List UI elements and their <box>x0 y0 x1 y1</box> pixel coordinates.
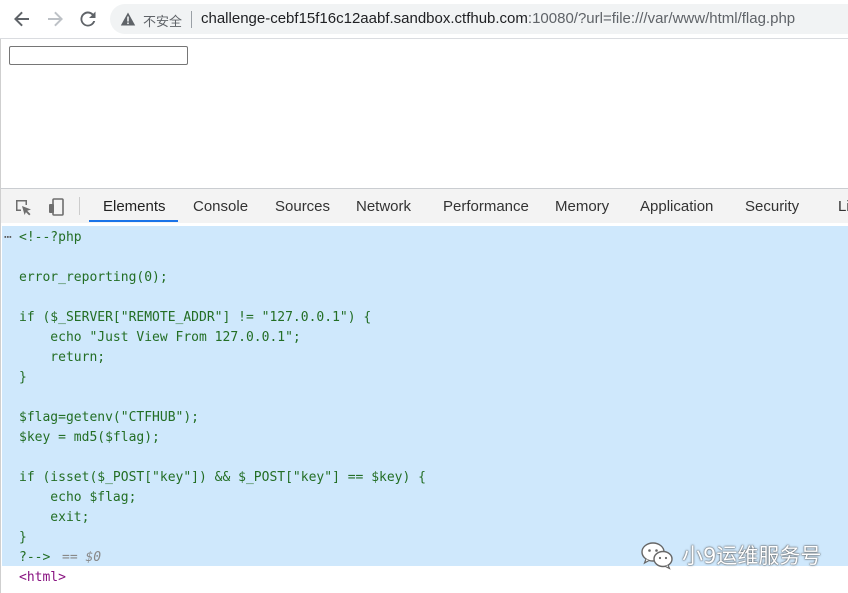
tab-security[interactable]: Security <box>745 189 799 222</box>
url-path: :10080/?url=file:///var/www/html/flag.ph… <box>527 10 796 27</box>
devtools-divider <box>79 197 80 215</box>
url-text[interactable]: challenge-cebf15f16c12aabf.sandbox.ctfhu… <box>201 10 795 27</box>
omnibox-divider <box>191 11 192 28</box>
address-bar[interactable]: 不安全 challenge-cebf15f16c12aabf.sandbox.c… <box>110 4 848 34</box>
tab-application[interactable]: Application <box>640 189 713 222</box>
tab-network[interactable]: Network <box>356 189 411 222</box>
device-toolbar-icon[interactable] <box>46 197 66 217</box>
url-host: challenge-cebf15f16c12aabf.sandbox.ctfhu… <box>201 10 528 27</box>
tab-memory[interactable]: Memory <box>555 189 609 222</box>
devtools-tab-bar: Elements Console Sources Network Perform… <box>0 188 848 224</box>
tab-elements[interactable]: Elements <box>103 189 166 222</box>
forward-button[interactable] <box>44 8 66 30</box>
warning-triangle-icon[interactable] <box>120 11 136 27</box>
security-label[interactable]: 不安全 <box>143 11 182 30</box>
reload-icon <box>80 11 96 27</box>
watermark: 小9运维服务号 <box>640 535 821 575</box>
selected-node-marker: == $0 <box>62 550 102 565</box>
tab-console[interactable]: Console <box>193 189 248 222</box>
html-tag-node[interactable]: <html> <box>19 568 66 588</box>
reload-button[interactable] <box>77 8 99 30</box>
watermark-text: 小9运维服务号 <box>682 544 822 568</box>
page-text-input[interactable] <box>9 46 188 65</box>
inspect-element-icon[interactable] <box>13 197 33 217</box>
php-comment-node[interactable]: <!--?php error_reporting(0); if ($_SERVE… <box>19 228 426 568</box>
arrow-right-icon <box>48 11 63 27</box>
back-button[interactable] <box>11 8 33 30</box>
wechat-icon <box>641 542 673 570</box>
tab-performance[interactable]: Performance <box>443 189 529 222</box>
page-viewport <box>0 39 848 188</box>
active-tab-indicator <box>89 220 178 222</box>
tab-sources[interactable]: Sources <box>275 189 330 222</box>
browser-toolbar: 不安全 challenge-cebf15f16c12aabf.sandbox.c… <box>0 0 848 39</box>
node-ellipsis-button[interactable]: ⋯ <box>4 228 12 248</box>
tab-lighthouse[interactable]: Li <box>838 189 848 222</box>
arrow-left-icon <box>14 11 29 27</box>
